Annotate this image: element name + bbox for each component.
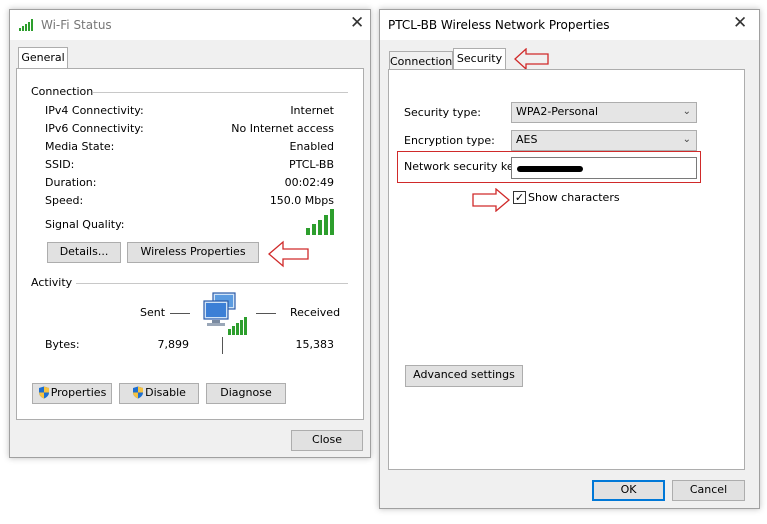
connection-heading: Connection xyxy=(31,85,94,98)
sent-label: Sent xyxy=(140,306,166,319)
field-value: 150.0 Mbps xyxy=(269,194,334,207)
security-type-value: WPA2-Personal xyxy=(516,105,599,118)
details-button-label: Details... xyxy=(59,245,109,258)
wifi-status-titlebar: Wi-Fi Status ✕ xyxy=(10,10,370,40)
show-characters-checkbox[interactable]: ✓ xyxy=(513,191,526,204)
diagnose-button-label: Diagnose xyxy=(220,386,272,399)
field-label: IPv4 Connectivity: xyxy=(45,104,144,117)
wifi-signal-icon xyxy=(19,19,33,31)
cancel-button[interactable]: Cancel xyxy=(672,480,745,501)
close-button[interactable]: Close xyxy=(291,430,363,451)
network-properties-titlebar: PTCL-BB Wireless Network Properties ✕ xyxy=(380,10,759,40)
show-characters-label: Show characters xyxy=(528,191,620,204)
field-label: IPv6 Connectivity: xyxy=(45,122,144,135)
network-properties-window: PTCL-BB Wireless Network Properties ✕ Co… xyxy=(379,9,760,509)
window-title: PTCL-BB Wireless Network Properties xyxy=(388,18,610,32)
close-icon[interactable]: ✕ xyxy=(733,15,747,32)
encryption-type-select[interactable]: AES ⌄ xyxy=(511,130,697,151)
field-value: No Internet access xyxy=(231,122,334,135)
wireless-properties-button[interactable]: Wireless Properties xyxy=(127,242,259,263)
close-icon[interactable]: ✕ xyxy=(350,15,364,32)
field-label: Speed: xyxy=(45,194,84,207)
ok-button[interactable]: OK xyxy=(592,480,665,501)
field-label: Duration: xyxy=(45,176,97,189)
network-key-label: Network security key xyxy=(404,160,521,173)
tab-connection-label: Connection xyxy=(390,55,453,68)
advanced-settings-button-label: Advanced settings xyxy=(413,368,515,381)
signal-bars-icon xyxy=(306,209,334,235)
field-value: Internet xyxy=(290,104,334,117)
redacted-key-mark xyxy=(517,166,583,172)
tab-general-label: General xyxy=(21,51,65,64)
red-arrow-icon xyxy=(472,188,510,212)
field-label: Media State: xyxy=(45,140,115,153)
sent-line xyxy=(170,313,190,314)
network-computers-icon xyxy=(203,292,247,335)
tab-security[interactable]: Security xyxy=(453,48,506,70)
disable-button-label: Disable xyxy=(145,386,186,399)
wireless-properties-button-label: Wireless Properties xyxy=(140,245,246,258)
cancel-button-label: Cancel xyxy=(689,483,728,496)
connection-divider xyxy=(93,92,348,93)
bytes-divider xyxy=(222,337,223,354)
red-arrow-icon xyxy=(514,48,549,70)
field-label: SSID: xyxy=(45,158,75,171)
encryption-type-value: AES xyxy=(516,133,538,146)
encryption-type-label: Encryption type: xyxy=(404,134,495,147)
activity-divider xyxy=(76,283,348,284)
disable-button[interactable]: Disable xyxy=(119,383,199,404)
field-value: 00:02:49 xyxy=(284,176,334,189)
field-value: PTCL-BB xyxy=(289,158,334,171)
red-arrow-icon xyxy=(268,240,309,268)
received-label: Received xyxy=(290,306,341,319)
bytes-label: Bytes: xyxy=(45,338,80,351)
shield-icon xyxy=(133,386,144,399)
advanced-settings-button[interactable]: Advanced settings xyxy=(405,365,523,387)
bytes-received-value: 15,383 xyxy=(295,338,335,351)
ok-button-label: OK xyxy=(620,483,637,496)
details-button[interactable]: Details... xyxy=(47,242,121,263)
properties-button-label: Properties xyxy=(50,386,107,399)
tab-security-label: Security xyxy=(456,52,503,65)
diagnose-button[interactable]: Diagnose xyxy=(206,383,286,404)
bytes-sent-value: 7,899 xyxy=(157,338,190,351)
wifi-status-window: Wi-Fi Status ✕ General Connection IPv4 C… xyxy=(9,9,371,458)
tab-general[interactable]: General xyxy=(18,47,68,69)
shield-icon xyxy=(38,386,49,399)
network-key-field[interactable] xyxy=(511,157,697,179)
received-line xyxy=(256,313,276,314)
security-type-label: Security type: xyxy=(404,106,481,119)
window-title: Wi-Fi Status xyxy=(41,18,112,32)
chevron-down-icon: ⌄ xyxy=(682,106,691,117)
tab-connection[interactable]: Connection xyxy=(389,51,453,70)
field-value: Enabled xyxy=(289,140,334,153)
close-button-label: Close xyxy=(312,433,342,446)
security-type-select[interactable]: WPA2-Personal ⌄ xyxy=(511,102,697,123)
signal-quality-label: Signal Quality: xyxy=(45,218,125,231)
activity-heading: Activity xyxy=(31,276,73,289)
properties-button[interactable]: Properties xyxy=(32,383,112,404)
chevron-down-icon: ⌄ xyxy=(682,134,691,145)
